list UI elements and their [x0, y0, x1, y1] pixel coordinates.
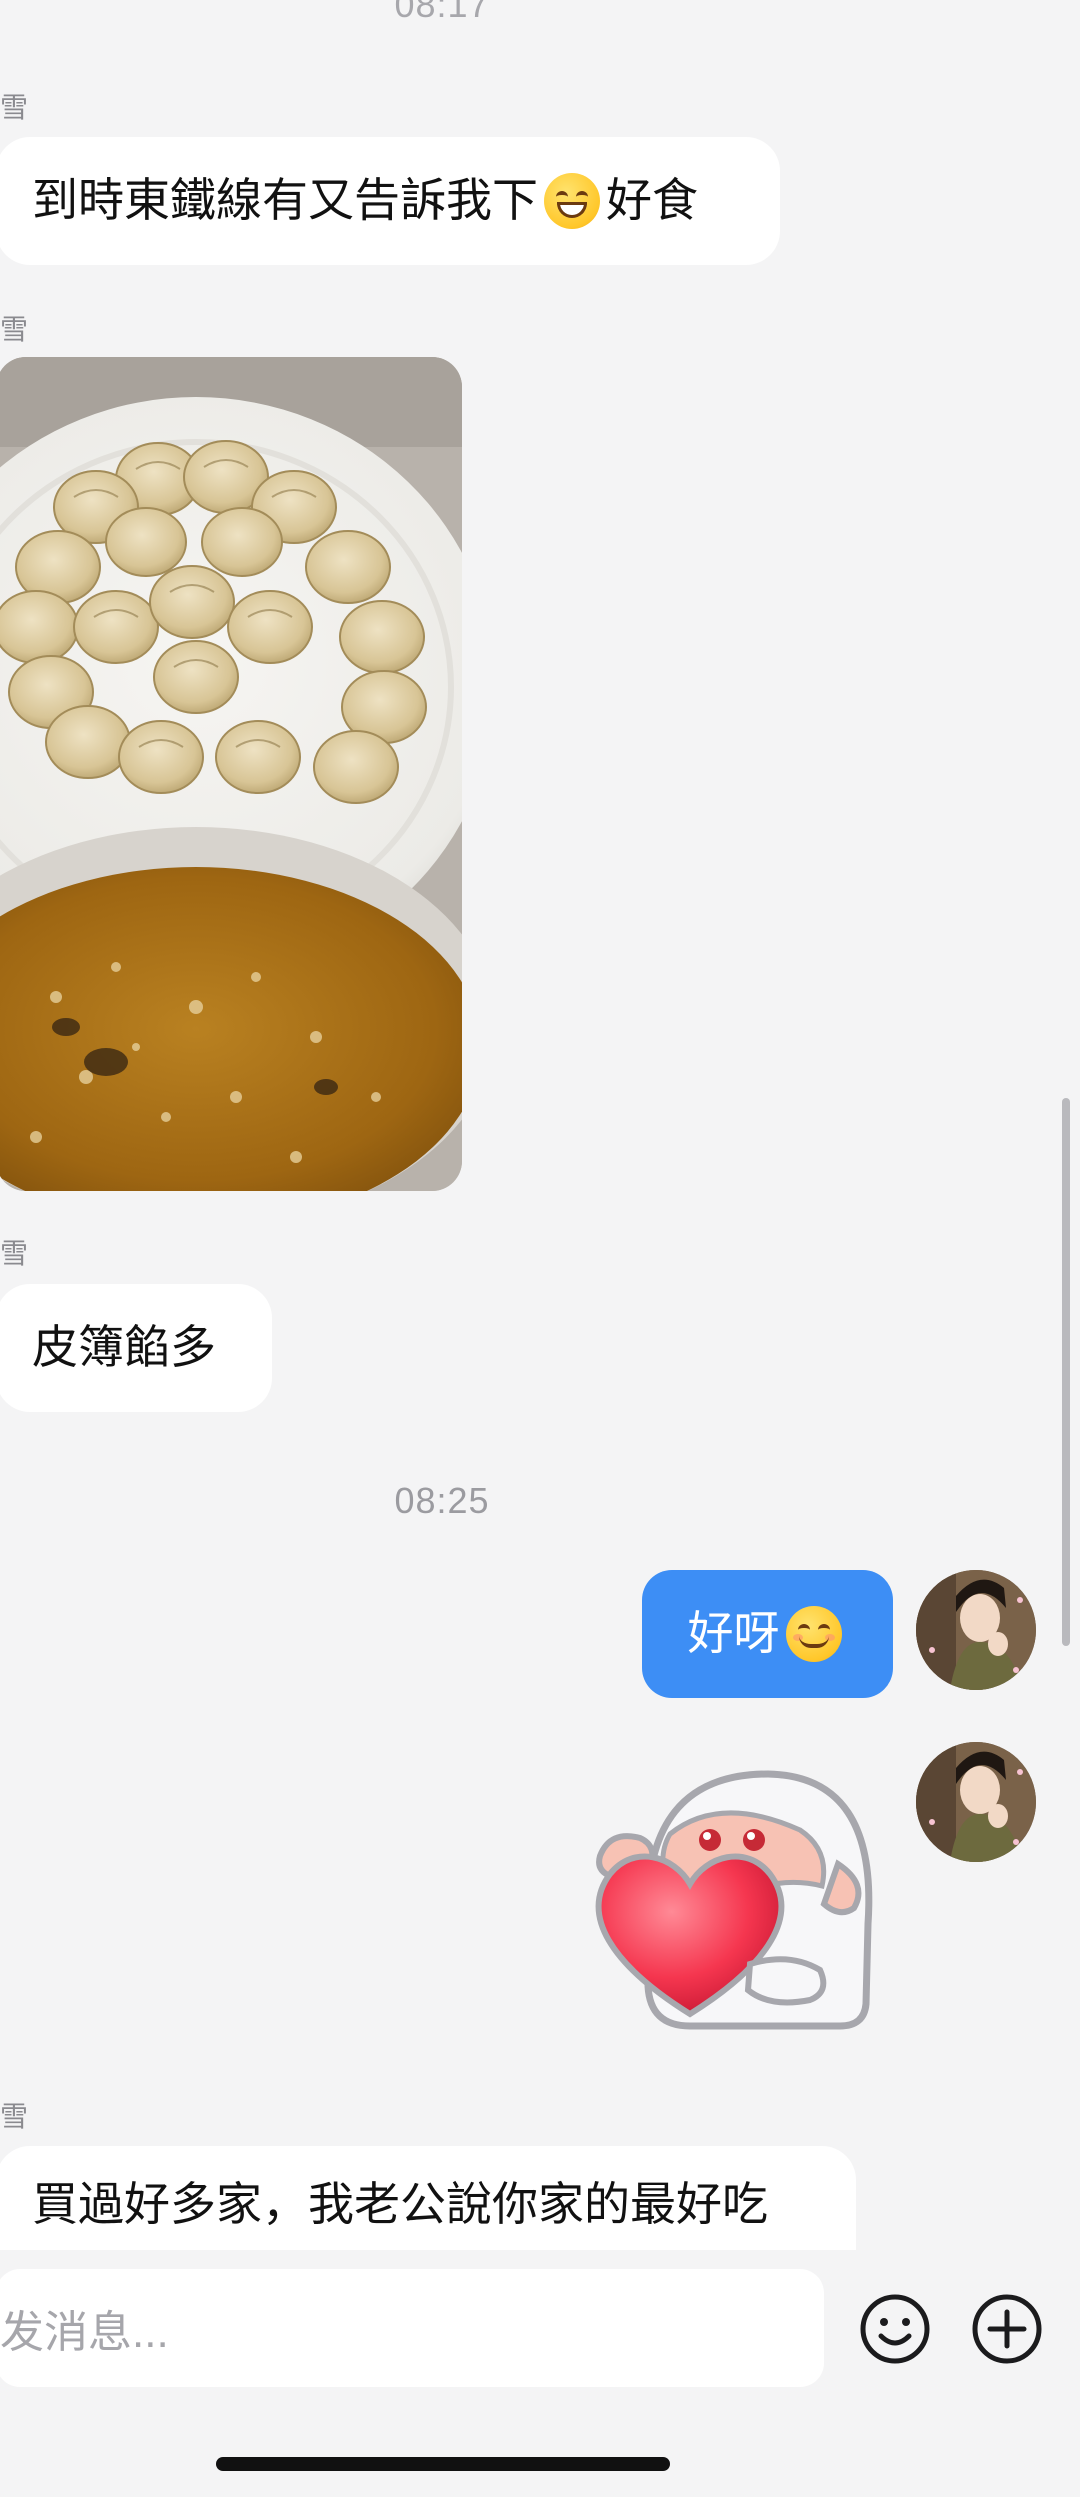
message-input[interactable]: 发消息...: [0, 2269, 824, 2387]
scrollbar[interactable]: [1062, 1098, 1070, 1646]
heart-sticker[interactable]: [590, 1764, 880, 2034]
dumplings-photo[interactable]: [0, 357, 462, 1191]
emoji-button[interactable]: [856, 2290, 934, 2368]
message-text: 皮簿餡多: [32, 1321, 216, 1374]
sender-name: 雪: [0, 314, 29, 345]
message-bubble[interactable]: 到時東鐵線有又告訴我下 好食: [0, 137, 780, 265]
sender-name: 雪: [0, 92, 29, 123]
home-indicator[interactable]: [216, 2457, 670, 2471]
sender-name: 雪: [0, 1238, 29, 1269]
input-placeholder: 发消息...: [0, 2308, 169, 2357]
my-avatar[interactable]: [916, 1570, 1036, 1690]
grinning-emoji-icon: [544, 173, 600, 229]
smiling-emoji-icon: [785, 1606, 842, 1662]
timestamp: 08:25: [394, 1480, 490, 1521]
sender-name: 雪: [0, 2101, 29, 2132]
timestamp-top: 08:17: [394, 0, 490, 25]
message-bubble[interactable]: 皮簿餡多: [0, 1284, 272, 1412]
message-text-tail: 好食: [606, 174, 698, 227]
message-text: 到時東鐵線有又告訴我下: [32, 174, 538, 227]
plus-circle-icon: [972, 2294, 1042, 2364]
message-list[interactable]: 08:17 雪 到時東鐵線有又告訴我下 好食 雪 雪 皮簿餡多 08:25 好呀…: [0, 0, 1080, 2250]
message-bubble[interactable]: 買過好多家，我老公說你家的最好吃: [0, 2146, 856, 2250]
plus-button[interactable]: [968, 2290, 1046, 2368]
message-text: 好呀: [687, 1607, 780, 1660]
message-text: 買過好多家，我老公說你家的最好吃: [32, 2178, 768, 2230]
my-message-bubble[interactable]: 好呀: [642, 1570, 893, 1698]
smiley-icon: [860, 2294, 930, 2364]
my-avatar[interactable]: [916, 1742, 1036, 1862]
chat-screen: 08:17 雪 到時東鐵線有又告訴我下 好食 雪 雪 皮簿餡多 08:25 好呀…: [0, 0, 1080, 2497]
